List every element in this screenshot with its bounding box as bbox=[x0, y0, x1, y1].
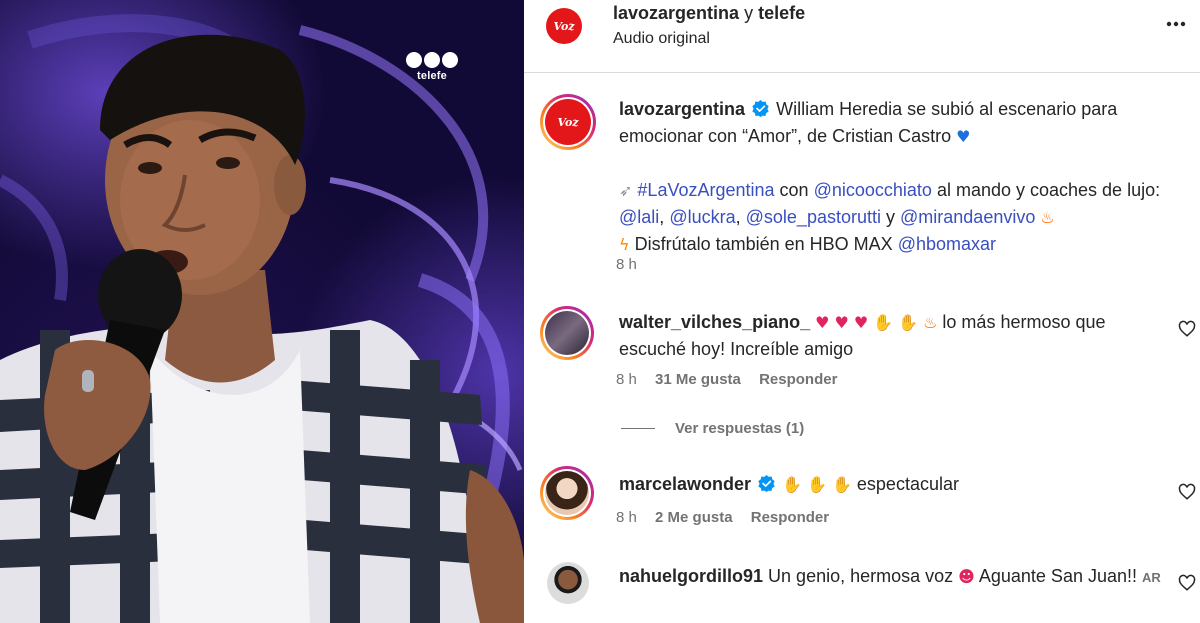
raised-hands-icon: ✋ bbox=[898, 313, 919, 332]
like-comment-button[interactable] bbox=[1178, 483, 1196, 501]
more-horizontal-icon bbox=[1166, 21, 1186, 27]
singer-video-frame bbox=[0, 14, 524, 623]
verified-badge-icon bbox=[758, 475, 775, 492]
fire-icon: ♨ bbox=[923, 313, 938, 332]
caption-text-line2: al mando y coaches de lujo: bbox=[936, 180, 1161, 200]
comment-meta-marcela: 8 h 2 Me gusta Responder bbox=[616, 509, 829, 526]
heart-eyes-icon: ☻ bbox=[958, 567, 975, 586]
heart-outline-icon bbox=[1178, 574, 1196, 591]
comma: , bbox=[659, 207, 665, 227]
caption-avatar[interactable]: Voz bbox=[540, 94, 596, 150]
comment-avatar-nahuel[interactable] bbox=[547, 562, 589, 604]
reply-button[interactable]: Responder bbox=[751, 509, 829, 526]
rocket-icon: ➶ bbox=[619, 181, 633, 200]
author-username[interactable]: lavozargentina bbox=[613, 3, 739, 23]
comment-time[interactable]: 8 h bbox=[616, 509, 637, 526]
account-avatar[interactable]: Voz bbox=[546, 8, 582, 44]
comment-nahuel: nahuelgordillo91 Un genio, hermosa voz ☻… bbox=[619, 563, 1167, 591]
author-joiner: y bbox=[744, 3, 754, 23]
verified-badge-icon bbox=[752, 100, 769, 117]
coach-mention-sole[interactable]: @sole_pastorutti bbox=[746, 207, 881, 227]
comment-avatar-walter[interactable] bbox=[540, 306, 594, 360]
post-author-line: lavozargentina y telefe bbox=[613, 3, 805, 24]
caption-time[interactable]: 8 h bbox=[616, 256, 637, 273]
comment-marcela: marcelawonder ✋ ✋ ✋ espectacular bbox=[619, 471, 1167, 498]
heart-icon: ♥ bbox=[834, 313, 849, 332]
comment-likes[interactable]: 31 Me gusta bbox=[655, 371, 741, 388]
like-comment-button[interactable] bbox=[1178, 320, 1196, 338]
comment-avatar-marcela[interactable] bbox=[540, 466, 594, 520]
post-details-panel: Voz lavozargentina y telefe Audio origin… bbox=[524, 0, 1200, 623]
heart-icon: ♥ bbox=[853, 313, 869, 332]
comment-walter: walter_vilches_piano_ ♥ ♥ ♥ ✋ ✋ ♨ lo más… bbox=[619, 309, 1167, 362]
coach-mention-luckra[interactable]: @luckra bbox=[669, 207, 735, 227]
hashtag-link[interactable]: #LaVozArgentina bbox=[637, 180, 774, 200]
blue-heart-icon: ♥ bbox=[956, 127, 971, 146]
comma: , bbox=[735, 207, 741, 227]
collaborator-username[interactable]: telefe bbox=[758, 3, 805, 23]
post-header: Voz lavozargentina y telefe Audio origin… bbox=[524, 0, 1200, 73]
caption-word-con: con bbox=[779, 180, 809, 200]
view-replies-label: Ver respuestas (1) bbox=[675, 420, 805, 437]
clap-icon: ✋ bbox=[831, 475, 852, 494]
comment-username[interactable]: walter_vilches_piano_ bbox=[619, 312, 810, 332]
heart-outline-icon bbox=[1178, 483, 1196, 500]
comment-likes[interactable]: 2 Me gusta bbox=[655, 509, 733, 526]
clap-icon: ✋ bbox=[807, 475, 827, 494]
coach-mention-miranda[interactable]: @mirandaenvivo bbox=[900, 207, 1035, 227]
view-replies-button[interactable]: Ver respuestas (1) bbox=[621, 420, 804, 437]
comment-time[interactable]: 8 h bbox=[616, 371, 637, 388]
comment-body: espectacular bbox=[856, 474, 959, 494]
comment-body-continued: Aguante San Juan!! bbox=[978, 566, 1137, 586]
audio-label[interactable]: Audio original bbox=[613, 30, 710, 48]
post-caption: lavozargentina William Heredia se subió … bbox=[619, 96, 1179, 258]
fire-icon: ♨ bbox=[1040, 208, 1055, 227]
telefe-logo-text: telefe bbox=[417, 70, 447, 82]
caption-word-y: y bbox=[886, 207, 895, 227]
comment-body: Un genio, hermosa voz bbox=[768, 566, 954, 586]
video-player[interactable]: telefe bbox=[0, 0, 524, 623]
caption-username[interactable]: lavozargentina bbox=[619, 99, 745, 119]
caption-text-line3: Disfrútalo también en HBO MAX bbox=[634, 234, 893, 254]
raised-hands-icon: ✋ bbox=[873, 313, 894, 332]
replies-divider bbox=[621, 428, 655, 429]
reply-button[interactable]: Responder bbox=[759, 371, 837, 388]
heart-outline-icon bbox=[1178, 320, 1196, 337]
comment-username[interactable]: nahuelgordillo91 bbox=[619, 566, 763, 586]
telefe-logo: telefe bbox=[400, 52, 464, 92]
zap-icon: ϟ bbox=[619, 235, 630, 254]
more-options-button[interactable] bbox=[1164, 12, 1188, 36]
hbomax-mention[interactable]: @hbomaxar bbox=[898, 234, 996, 254]
coach-mention-lali[interactable]: @lali bbox=[619, 207, 659, 227]
like-comment-button[interactable] bbox=[1178, 574, 1196, 592]
host-mention[interactable]: @nicoocchiato bbox=[814, 180, 932, 200]
comment-meta-walter: 8 h 31 Me gusta Responder bbox=[616, 371, 837, 388]
heart-icon: ♥ bbox=[815, 313, 830, 332]
clap-icon: ✋ bbox=[782, 475, 803, 494]
comment-username[interactable]: marcelawonder bbox=[619, 474, 751, 494]
country-badge: AR bbox=[1142, 570, 1161, 585]
